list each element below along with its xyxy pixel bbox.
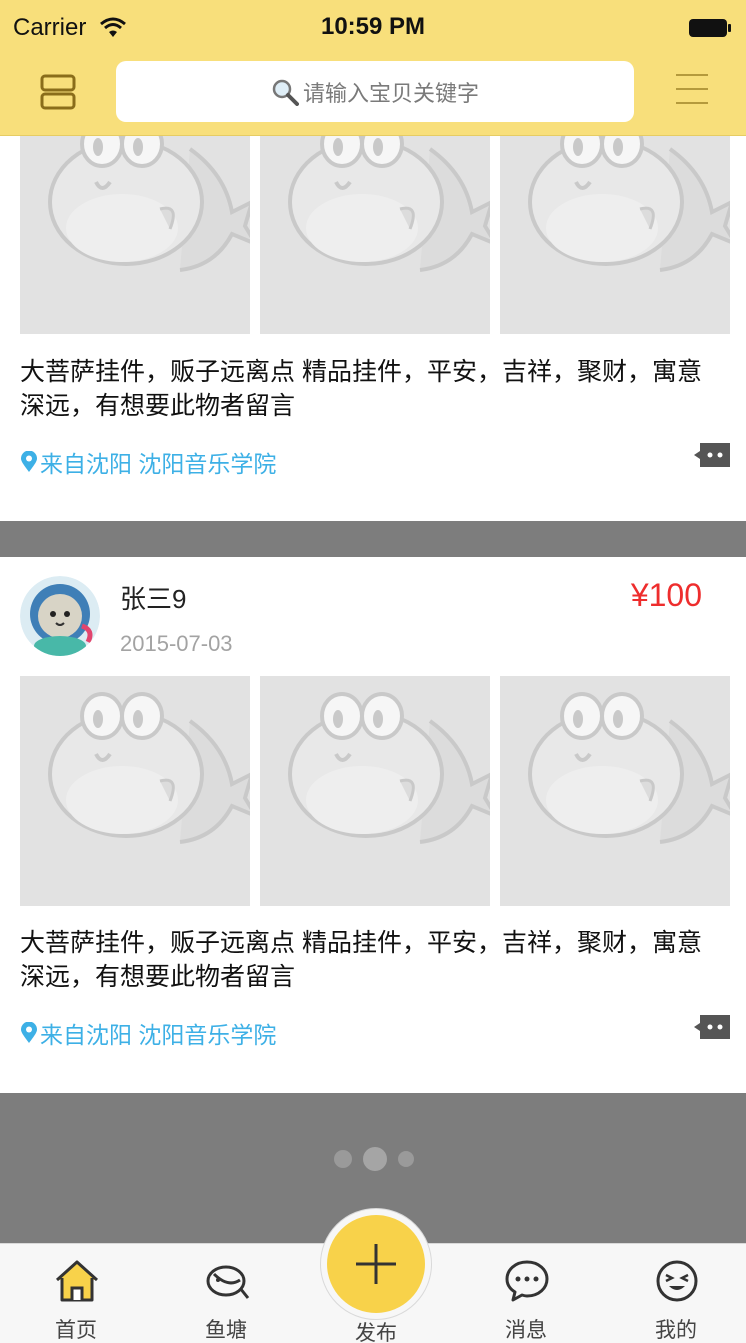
placeholder-fish-image — [500, 676, 730, 906]
tab-pond[interactable]: 鱼塘 — [166, 1244, 286, 1343]
location-pin-icon — [21, 451, 37, 472]
list-icon[interactable] — [38, 72, 78, 112]
location-pin-icon — [21, 1022, 37, 1043]
tab-label: 消息 — [505, 1319, 547, 1342]
tab-mine[interactable]: 我的 — [616, 1244, 736, 1343]
loading-indicator — [334, 1147, 414, 1171]
post-description: 大菩萨挂件，贩子远离点 精品挂件，平安，吉祥，聚财，寓意深远，有想要此物者留言 — [20, 929, 702, 991]
tab-home[interactable]: 首页 — [16, 1244, 136, 1343]
publish-label: 发布 — [355, 1322, 397, 1343]
menu-icon[interactable] — [674, 72, 710, 106]
top-header: Carrier 10:59 PM 请输入宝贝关键字 — [0, 0, 746, 136]
status-bar: Carrier 10:59 PM — [0, 0, 746, 56]
home-icon — [55, 1260, 99, 1302]
placeholder-fish-image — [260, 104, 490, 334]
face-icon — [656, 1260, 698, 1302]
comment-icon[interactable] — [694, 441, 732, 471]
placeholder-fish-image — [20, 676, 250, 906]
product-photo[interactable] — [500, 104, 730, 334]
product-photo[interactable] — [260, 104, 490, 334]
chat-bubble-icon — [505, 1260, 549, 1302]
post-location: 来自沈阳 沈阳音乐学院 — [20, 1018, 276, 1048]
avatar[interactable] — [20, 576, 100, 656]
battery-icon — [689, 19, 731, 37]
fish-icon — [206, 1265, 250, 1299]
placeholder-fish-image — [500, 104, 730, 334]
placeholder-fish-image — [20, 104, 250, 334]
search-placeholder: 请输入宝贝关键字 — [302, 80, 479, 106]
product-photo[interactable] — [260, 676, 490, 906]
product-photo[interactable] — [20, 104, 250, 334]
post-date: 2015-07-03 — [120, 631, 233, 656]
search-bar[interactable]: 请输入宝贝关键字 — [116, 61, 634, 122]
tab-label: 首页 — [55, 1319, 97, 1342]
post-description: 大菩萨挂件，贩子远离点 精品挂件，平安，吉祥，聚财，寓意深远，有想要此物者留言 — [20, 358, 702, 420]
product-photo[interactable] — [500, 676, 730, 906]
publish-button[interactable] — [327, 1215, 425, 1313]
avatar-cat-image — [20, 576, 100, 656]
plus-icon — [356, 1244, 396, 1284]
tab-label: 我的 — [655, 1319, 697, 1342]
clock: 10:59 PM — [320, 13, 426, 40]
post-location: 来自沈阳 沈阳音乐学院 — [20, 447, 276, 477]
username[interactable]: 张三9 — [120, 579, 186, 616]
search-icon — [272, 79, 299, 106]
tab-messages[interactable]: 消息 — [466, 1244, 586, 1343]
product-photo[interactable] — [20, 676, 250, 906]
tab-label: 鱼塘 — [205, 1319, 247, 1342]
comment-icon[interactable] — [694, 1013, 732, 1043]
location-text: 来自沈阳 沈阳音乐学院 — [40, 451, 277, 477]
post-card[interactable]: 张三9 2015-07-03 ¥100 大菩萨挂件，贩子远离点 精品挂件，平安，… — [0, 557, 746, 1093]
location-text: 来自沈阳 沈阳音乐学院 — [40, 1022, 277, 1048]
placeholder-fish-image — [260, 676, 490, 906]
price: ¥100 — [630, 577, 702, 613]
post-card[interactable]: 大菩萨挂件，贩子远离点 精品挂件，平安，吉祥，聚财，寓意深远，有想要此物者留言 … — [0, 104, 746, 521]
